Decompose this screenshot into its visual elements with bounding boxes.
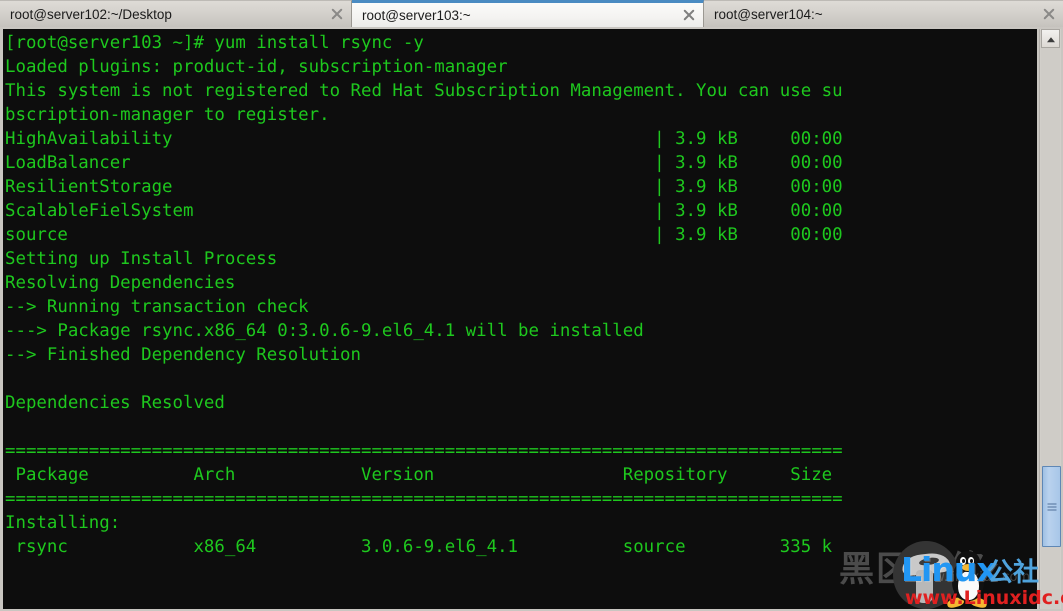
vertical-scrollbar[interactable]: [1039, 29, 1061, 609]
chevron-up-glyph: [1046, 36, 1055, 42]
tab-root-server103[interactable]: root@server103:~: [352, 0, 704, 27]
scrollbar-track[interactable]: [1041, 48, 1061, 609]
tab-label: root@server104:~: [714, 6, 823, 22]
tab-label: root@server102:~/Desktop: [10, 6, 172, 22]
tab-label: root@server103:~: [362, 7, 471, 23]
scrollbar-thumb[interactable]: [1042, 466, 1061, 547]
close-icon[interactable]: [329, 6, 345, 22]
close-icon[interactable]: [1041, 6, 1057, 22]
grip-lines-icon: [1047, 503, 1056, 510]
terminal-output: [root@server103 ~]# yum install rsync -y…: [5, 33, 843, 557]
close-icon[interactable]: [681, 7, 697, 23]
chevron-up-icon[interactable]: [1041, 29, 1060, 48]
tab-root-server104[interactable]: root@server104:~: [704, 0, 1063, 27]
tab-bar: root@server102:~/Desktop root@server103:…: [0, 0, 1063, 27]
terminal-screen[interactable]: [root@server103 ~]# yum install rsync -y…: [3, 29, 1037, 609]
terminal-frame: [root@server103 ~]# yum install rsync -y…: [0, 27, 1063, 611]
tab-root-server102[interactable]: root@server102:~/Desktop: [0, 0, 352, 27]
terminal-window: root@server102:~/Desktop root@server103:…: [0, 0, 1063, 611]
